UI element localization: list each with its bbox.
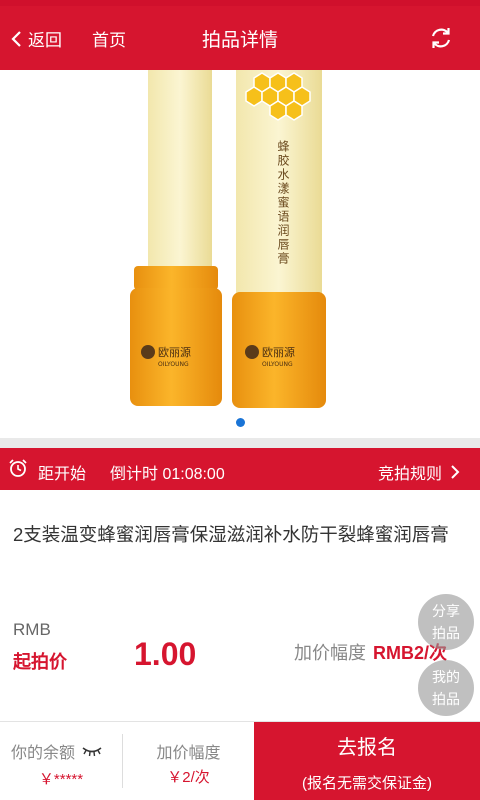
chevron-left-icon [11,30,21,47]
back-button[interactable]: 返回 [10,26,62,51]
balance-value: ￥***** [38,771,84,788]
alarm-clock-icon [9,459,27,477]
back-label: 返回 [28,31,62,50]
mine-label-1: 我的 [432,669,460,685]
balance-section: 你的余额 ￥***** [0,722,122,800]
svg-text:欧丽源: 欧丽源 [262,345,295,359]
share-item-button[interactable]: 分享 拍品 [418,594,474,650]
signup-label: 去报名 [337,737,397,759]
svg-text:OILYOUNG: OILYOUNG [158,361,189,368]
signup-sublabel: (报名无需交保证金) [302,775,432,792]
product-image-gallery[interactable]: 蜂胶水漾蜜语润唇膏 欧丽源 欧丽源 OILYOUNG OILYOUNG [0,70,480,438]
home-link[interactable]: 首页 [92,26,126,51]
chevron-right-icon [451,465,460,479]
share-label-1: 分享 [432,603,460,619]
svg-text:欧丽源: 欧丽源 [158,345,191,359]
balance-label: 你的余额 [11,745,76,762]
price-currency: RMB [13,620,51,639]
countdown-bar: 距开始 倒计时 01:08:00 竞拍规则 [0,448,480,490]
countdown-label: 距开始 [38,466,87,483]
page-title: 拍品详情 [201,30,278,51]
balance-label-row: 你的余额 [11,739,103,763]
bottom-increment-value: ￥2/次 [167,769,210,786]
auction-rules-link[interactable]: 竞拍规则 [378,460,460,484]
increment-section: 加价幅度 ￥2/次 [123,722,254,800]
product-title: 2支装温变蜂蜜润唇膏保湿滋润补水防干裂蜂蜜润唇膏 [13,524,449,545]
bottom-action-bar: 你的余额 ￥***** 加价幅度 ￥2/次 去报名 (报名无需交保证金) [0,721,480,800]
svg-text:OILYOUNG: OILYOUNG [262,361,293,368]
pagination-dot-active[interactable] [235,418,245,427]
auction-rules-label: 竞拍规则 [377,466,442,483]
start-price-value: 1.00 [134,636,197,672]
gallery-pagination [0,418,480,427]
svg-text:蜂胶水漾蜜语润唇膏: 蜂胶水漾蜜语润唇膏 [276,140,290,266]
product-image: 蜂胶水漾蜜语润唇膏 欧丽源 欧丽源 OILYOUNG OILYOUNG [130,70,326,408]
increment-label: 加价幅度 [294,643,366,663]
share-label-2: 拍品 [432,625,460,641]
refresh-icon[interactable] [428,25,454,51]
start-price-label: 起拍价 [13,652,67,672]
my-items-button[interactable]: 我的 拍品 [418,660,474,716]
section-divider [0,438,480,448]
bottom-increment-label: 加价幅度 [156,745,221,762]
signup-button[interactable]: 去报名 (报名无需交保证金) [254,722,480,800]
countdown-timer: 倒计时 01:08:00 [110,466,225,483]
header-bar: 返回 首页 拍品详情 [0,6,480,70]
eye-closed-icon[interactable] [81,745,103,757]
mine-label-2: 拍品 [432,691,460,707]
